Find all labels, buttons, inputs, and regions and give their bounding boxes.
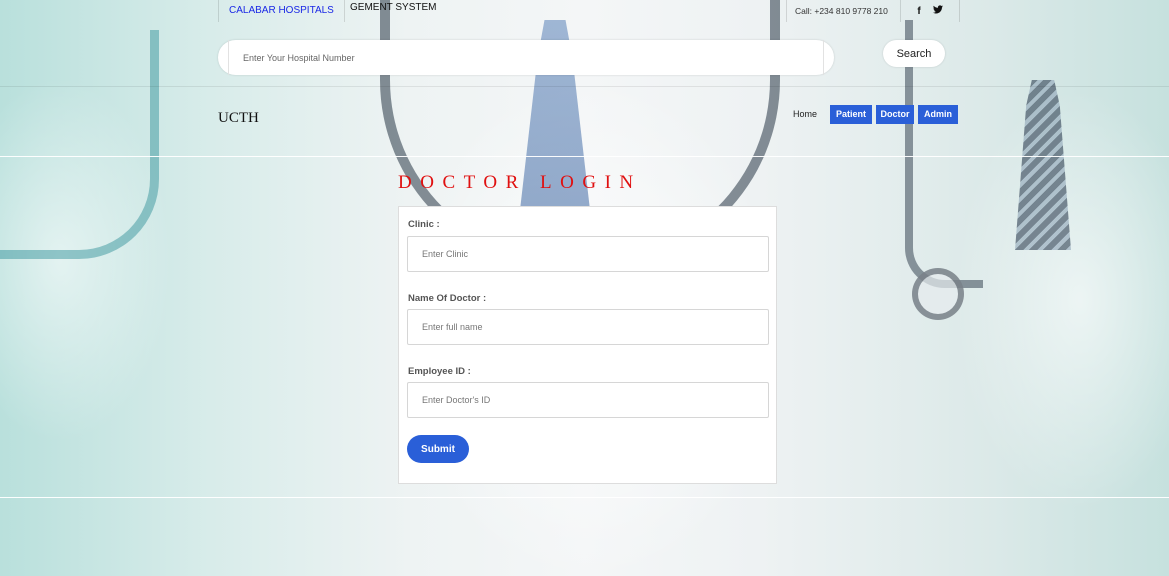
background-stethoscope-decoration [0, 30, 159, 259]
employee-id-label: Employee ID : [408, 366, 471, 377]
contact-phone: Call: +234 810 9778 210 [786, 0, 896, 22]
search-bar [218, 40, 834, 75]
search-button[interactable]: Search [883, 40, 945, 67]
social-links: f [900, 0, 960, 22]
doctor-name-input[interactable] [407, 309, 769, 345]
nav-patient[interactable]: Patient [830, 105, 872, 124]
nav-home[interactable]: Home [786, 105, 824, 124]
section-divider-bottom [0, 497, 1169, 498]
section-divider-top [0, 156, 1169, 157]
header-divider [0, 86, 1169, 87]
nav-doctor[interactable]: Doctor [876, 105, 914, 124]
twitter-icon[interactable] [932, 5, 943, 17]
nav-admin[interactable]: Admin [918, 105, 958, 124]
background-tie-decoration [1015, 80, 1071, 250]
facebook-icon[interactable]: f [917, 6, 920, 17]
employee-id-input[interactable] [407, 382, 769, 418]
brand-link[interactable]: CALABAR HOSPITALS [218, 0, 345, 22]
doctor-name-label: Name Of Doctor : [408, 293, 487, 304]
site-logo[interactable]: UCTH [218, 110, 259, 127]
clinic-input[interactable] [407, 236, 769, 272]
submit-button[interactable]: Submit [407, 435, 469, 463]
doctor-login-form: Clinic : Name Of Doctor : Employee ID : … [398, 206, 777, 484]
top-bar: CALABAR HOSPITALS GEMENT SYSTEM Call: +2… [0, 0, 1169, 26]
page-title: DOCTOR LOGIN [398, 172, 642, 193]
background-stethoscope-head-decoration [912, 268, 964, 320]
brand-tagline: GEMENT SYSTEM [350, 2, 437, 13]
hospital-number-input[interactable] [228, 40, 824, 75]
clinic-label: Clinic : [408, 219, 440, 230]
